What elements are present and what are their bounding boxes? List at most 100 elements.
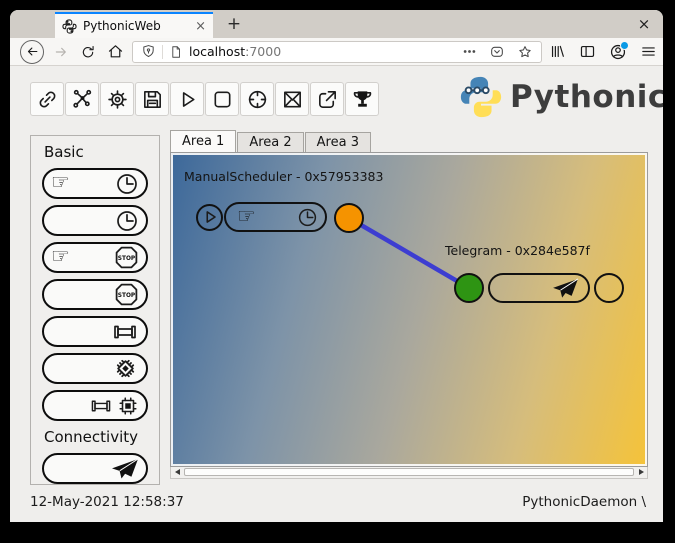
- tab-area-1[interactable]: Area 1: [170, 130, 236, 152]
- sidebar-item-manual-scheduler[interactable]: ☞: [42, 168, 148, 199]
- hand-icon: ☞: [51, 246, 70, 267]
- manual-scheduler-output-socket[interactable]: [334, 203, 364, 233]
- hand-icon: ☞: [237, 206, 256, 227]
- trophy-icon: [351, 88, 374, 111]
- url-divider: [162, 45, 163, 59]
- account-notification-dot: [620, 41, 629, 50]
- share-button[interactable]: [310, 82, 344, 116]
- working-area-canvas[interactable]: ManualScheduler - 0x57953383 ☞ Telegram …: [170, 152, 648, 467]
- workspace: Area 1 Area 2 Area 3 ManualScheduler - 0…: [170, 130, 648, 479]
- tab-area-2[interactable]: Area 2: [237, 132, 303, 152]
- status-datetime: 12-May-2021 12:58:37: [30, 494, 184, 510]
- sidebar-item-telegram[interactable]: [42, 453, 148, 484]
- tab-close-icon[interactable]: ×: [195, 19, 206, 34]
- save-button[interactable]: [135, 82, 169, 116]
- account-button[interactable]: [609, 43, 627, 61]
- barbell-icon: [89, 398, 113, 414]
- url-host: localhost: [189, 44, 245, 59]
- shield-icon[interactable]: [141, 44, 156, 59]
- paper-plane-icon: [111, 458, 139, 480]
- scroll-left-icon: [175, 469, 180, 475]
- crosshair-icon: [246, 88, 269, 111]
- clock-icon: [115, 209, 139, 233]
- sidebar-item-process-operation[interactable]: [42, 353, 148, 384]
- message-button[interactable]: [275, 82, 309, 116]
- pocket-icon[interactable]: [489, 44, 505, 60]
- clock-icon: [115, 172, 139, 196]
- chip-diamond-icon: [112, 355, 139, 382]
- start-button[interactable]: [170, 82, 204, 116]
- graph-button[interactable]: [65, 82, 99, 116]
- manual-scheduler-label: ManualScheduler - 0x57953383: [184, 169, 383, 184]
- browser-window: PythonicWeb × + ×: [10, 10, 663, 522]
- status-daemon: PythonicDaemon \: [522, 494, 646, 510]
- paper-plane-icon: [552, 278, 579, 299]
- url-bar[interactable]: localhost:7000: [132, 41, 542, 63]
- browser-tabbar: PythonicWeb × + ×: [10, 10, 663, 38]
- trophy-button[interactable]: [345, 82, 379, 116]
- telegram-input-socket[interactable]: [454, 273, 484, 303]
- scrollbar-thumb[interactable]: [184, 468, 634, 476]
- save-icon: [141, 88, 164, 111]
- manual-scheduler-node[interactable]: ☞: [224, 202, 327, 232]
- stop-square-icon: [211, 88, 234, 111]
- telegram-label: Telegram - 0x284e587f: [445, 243, 590, 258]
- tab-area-3[interactable]: Area 3: [305, 132, 371, 152]
- scroll-right-button[interactable]: [635, 467, 647, 477]
- telegram-node[interactable]: [488, 273, 590, 303]
- library-icon[interactable]: [549, 43, 566, 60]
- url-port: :7000: [245, 44, 281, 59]
- element-sidebar: Basic ☞ ☞ STOP: [30, 135, 160, 485]
- play-icon: [176, 88, 199, 111]
- svg-text:STOP: STOP: [118, 256, 136, 262]
- page-actions-icon[interactable]: [462, 44, 477, 59]
- reload-icon: [80, 44, 96, 60]
- connection-wire: [171, 153, 648, 467]
- url-text[interactable]: localhost:7000: [189, 44, 281, 59]
- barbell-icon: [111, 323, 139, 341]
- canvas-horizontal-scrollbar[interactable]: [170, 467, 648, 479]
- link-icon: [36, 88, 59, 111]
- forward-icon: [53, 44, 69, 60]
- page-icon[interactable]: [169, 45, 183, 59]
- chip-square-icon: [117, 395, 139, 417]
- bookmark-star-icon[interactable]: [517, 44, 533, 60]
- scroll-right-icon: [639, 469, 644, 475]
- python-favicon: [62, 19, 77, 34]
- new-tab-button[interactable]: +: [222, 13, 246, 35]
- connectivity-section-label: Connectivity: [31, 427, 138, 447]
- pythonic-app: Pythonic Basic ☞ ☞ STOP: [10, 66, 663, 522]
- clock-icon: [297, 207, 318, 228]
- telegram-output-socket[interactable]: [594, 273, 624, 303]
- sidebar-item-operation[interactable]: [42, 316, 148, 347]
- back-button[interactable]: [20, 40, 44, 64]
- sidebar-item-scheduler[interactable]: [42, 205, 148, 236]
- app-toolbar: [30, 82, 379, 116]
- reload-button[interactable]: [78, 42, 98, 62]
- envelope-icon: [281, 88, 304, 111]
- home-button[interactable]: [105, 42, 125, 62]
- sidebar-item-manual-stop[interactable]: ☞ STOP: [42, 242, 148, 273]
- window-close-button[interactable]: ×: [633, 13, 655, 35]
- pythonic-logo-icon: [458, 74, 504, 120]
- pythonic-logo: Pythonic: [458, 74, 663, 120]
- kill-button[interactable]: [240, 82, 274, 116]
- svg-text:STOP: STOP: [118, 293, 136, 299]
- tab-title: PythonicWeb: [83, 19, 189, 33]
- forward-button[interactable]: [51, 42, 71, 62]
- settings-button[interactable]: [100, 82, 134, 116]
- basic-section-label: Basic: [31, 142, 84, 162]
- scroll-left-button[interactable]: [171, 467, 183, 477]
- browser-tab-pythonicweb[interactable]: PythonicWeb ×: [55, 12, 213, 38]
- sidebars-icon[interactable]: [579, 43, 596, 60]
- sidebar-item-pipe-process[interactable]: [42, 390, 148, 421]
- manual-scheduler-play-button[interactable]: [196, 204, 223, 231]
- link-button[interactable]: [30, 82, 64, 116]
- stop-sign-icon: STOP: [114, 245, 139, 270]
- menu-icon[interactable]: [640, 43, 657, 60]
- sidebar-item-stop[interactable]: STOP: [42, 279, 148, 310]
- stop-button[interactable]: [205, 82, 239, 116]
- stop-sign-icon: STOP: [114, 282, 139, 307]
- play-icon: [199, 206, 221, 228]
- status-bar: 12-May-2021 12:58:37 PythonicDaemon \: [10, 487, 663, 510]
